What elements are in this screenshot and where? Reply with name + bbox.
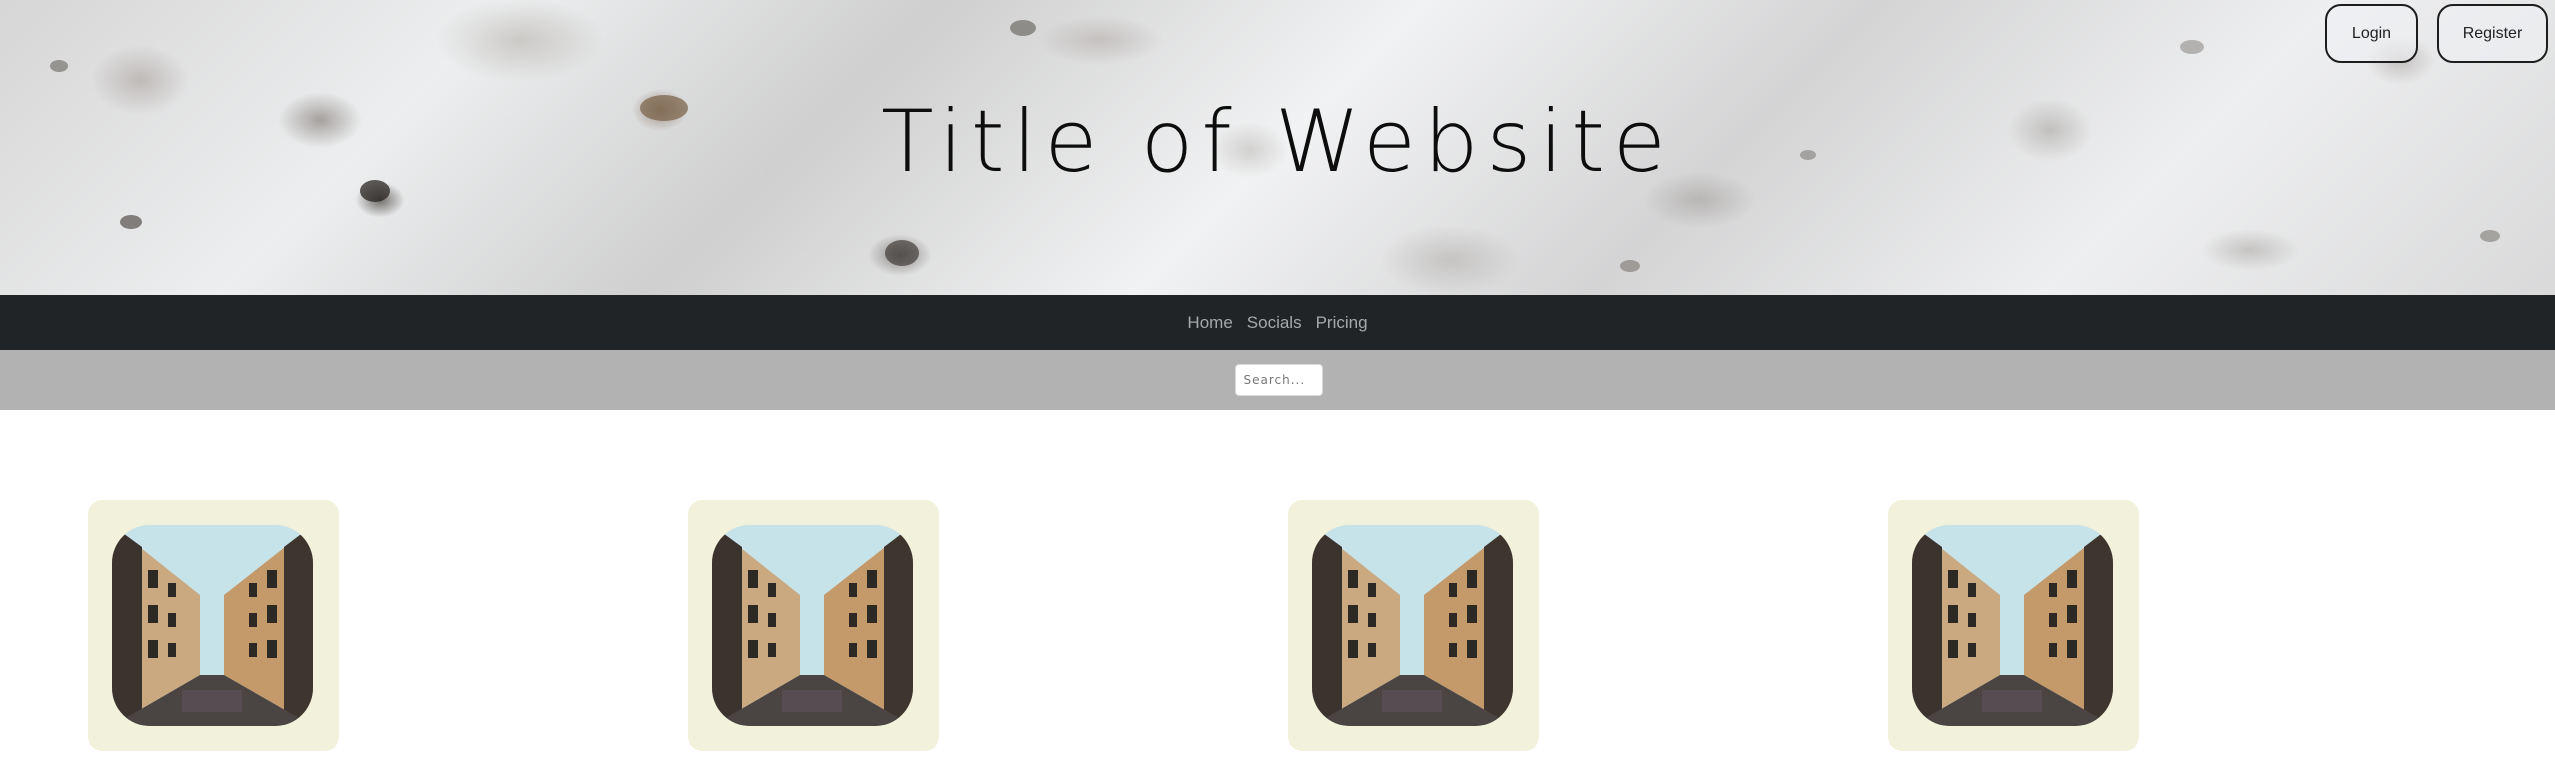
wall-texture-speck [2480,230,2500,242]
gallery-card[interactable] [1288,500,1539,751]
nav-link-pricing[interactable]: Pricing [1316,313,1368,333]
street-photo-icon [1912,525,2113,726]
site-title: Title of Website [881,92,1674,192]
street-photo-icon [1312,525,1513,726]
street-photo-icon [712,525,913,726]
gallery-card[interactable] [688,500,939,751]
wall-texture-speck [120,215,142,229]
nav-link-socials[interactable]: Socials [1247,313,1302,333]
search-input[interactable] [1234,364,1323,396]
nav-link-home[interactable]: Home [1187,313,1232,333]
wall-texture-speck [2180,40,2204,54]
search-bar [0,350,2555,410]
gallery-card[interactable] [1888,500,2139,751]
wall-texture-speck [50,60,68,72]
street-photo-icon [112,525,313,726]
login-button[interactable]: Login [2325,4,2418,63]
gallery-card[interactable] [88,500,339,751]
wall-texture-speck [885,240,919,266]
wall-texture-speck [1620,260,1640,272]
site-header: Title of Website Login Register [0,0,2555,295]
main-nav: Home Socials Pricing [0,295,2555,350]
register-button[interactable]: Register [2437,4,2548,63]
wall-texture-speck [1010,20,1036,36]
